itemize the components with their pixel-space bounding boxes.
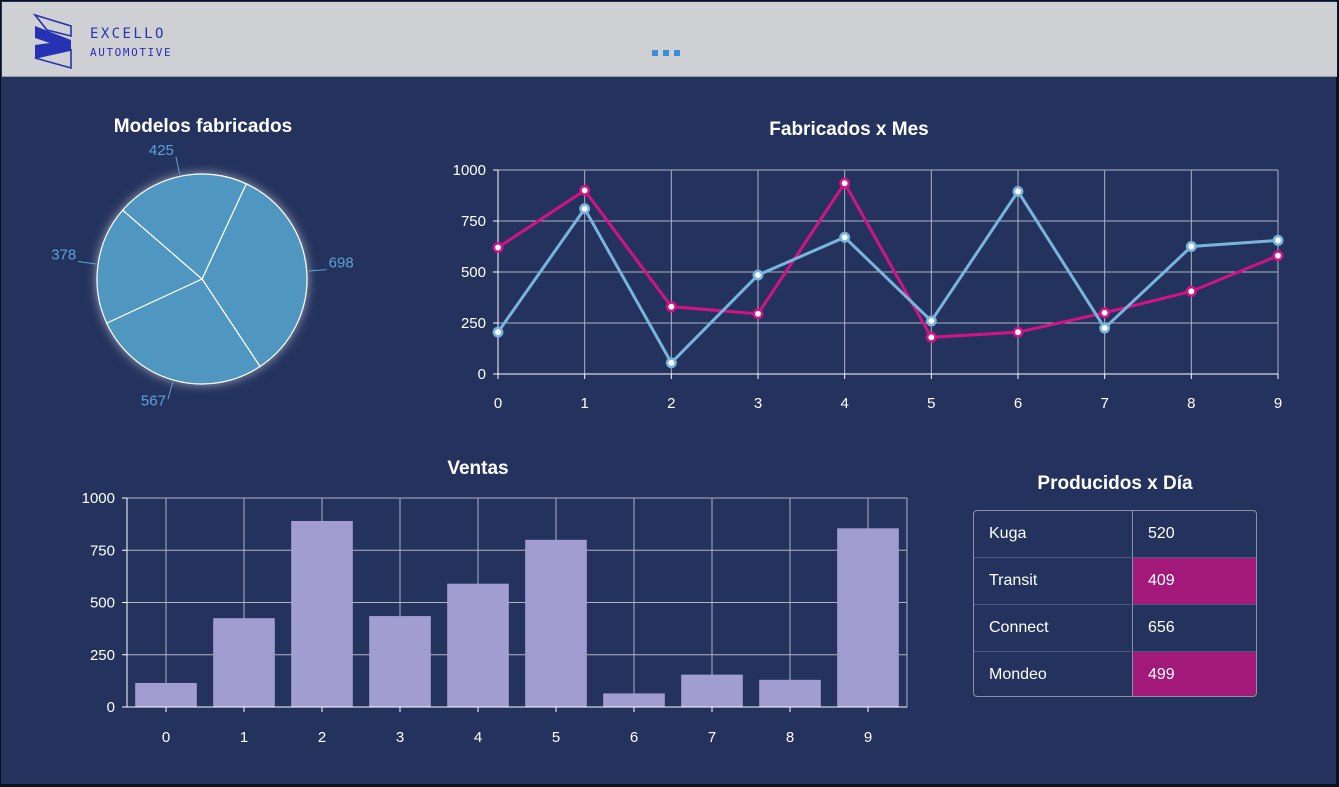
x-tick-label: 1 <box>580 395 588 412</box>
table-cell-value: 656 <box>1148 619 1175 636</box>
line-point <box>579 184 591 196</box>
bar <box>369 616 431 707</box>
y-tick-label: 250 <box>90 647 115 664</box>
pie-slice-label: 378 <box>51 246 76 263</box>
line-series-2 <box>496 188 1279 366</box>
y-tick-label: 750 <box>461 213 486 230</box>
table-row: Connect 656 <box>974 604 1256 652</box>
table-cell-model: Transit <box>974 558 1133 604</box>
x-tick-label: 8 <box>786 729 794 746</box>
line-point <box>1272 234 1284 246</box>
line-point <box>492 326 504 338</box>
y-tick-label: 0 <box>478 366 486 383</box>
line-point <box>925 315 937 327</box>
bar <box>681 674 743 707</box>
dot <box>674 50 680 56</box>
line-point <box>492 242 504 253</box>
x-tick-label: 3 <box>754 395 762 412</box>
line-point <box>839 177 851 189</box>
x-tick-label: 1 <box>240 729 248 746</box>
table-title: Producidos x Día <box>1037 473 1193 494</box>
line-point <box>1099 307 1111 319</box>
top-bar: EXCELLO AUTOMOTIVE <box>2 2 1337 77</box>
line-point <box>839 231 851 243</box>
x-tick-label: 2 <box>667 395 675 412</box>
pie-slice-label: 567 <box>141 392 166 409</box>
bar-chart: 0 250 500 750 1000 0 1 2 3 4 5 6 7 8 9 <box>82 490 908 746</box>
pie-slice-label: 698 <box>329 255 354 272</box>
table-cell-model: Connect <box>974 605 1133 651</box>
line-point <box>1012 326 1024 338</box>
bar <box>291 520 353 707</box>
more-dots-icon[interactable] <box>652 50 680 56</box>
table-cell-value: 409 <box>1133 558 1256 604</box>
line-point <box>1012 185 1024 197</box>
pie-leader-line <box>78 260 97 265</box>
x-tick-label: 2 <box>318 729 326 746</box>
table-cell-model: Mondeo <box>974 652 1133 696</box>
line-chart-title: Fabricados x Mes <box>769 119 929 140</box>
bar <box>603 693 665 707</box>
bar <box>759 679 821 707</box>
y-tick-label: 500 <box>461 264 486 281</box>
excello-logo-icon <box>32 13 72 70</box>
line-point <box>1272 250 1284 262</box>
bar <box>837 528 899 707</box>
x-tick-label: 6 <box>630 729 638 746</box>
table-cell-model: Kuga <box>974 511 1133 557</box>
x-tick-label: 8 <box>1187 395 1195 412</box>
line-point <box>579 203 591 215</box>
pie-leader-line <box>167 381 174 400</box>
line-point <box>1099 322 1111 334</box>
y-tick-label: 250 <box>461 315 486 332</box>
pie-leader-line <box>175 156 181 175</box>
line-point <box>752 308 764 320</box>
pie-leader-line <box>308 269 327 272</box>
table-cell-value: 520 <box>1148 525 1175 542</box>
bar <box>447 583 509 707</box>
y-tick-label: 500 <box>90 595 115 612</box>
bar <box>213 618 275 707</box>
bar-chart-title: Ventas <box>447 458 509 479</box>
dot <box>652 50 658 56</box>
dashboard: EXCELLO AUTOMOTIVE Modelos fabricados Fa… <box>0 0 1337 785</box>
line-point <box>1185 241 1197 252</box>
table-row: Kuga 520 <box>974 511 1256 558</box>
x-tick-label: 3 <box>396 729 404 746</box>
x-tick-label: 5 <box>927 395 935 412</box>
pie-chart-title: Modelos fabricados <box>113 116 293 137</box>
x-tick-label: 7 <box>1100 395 1108 412</box>
line-point <box>752 269 764 281</box>
dot <box>663 50 669 56</box>
bar <box>135 682 197 707</box>
bar <box>525 539 587 707</box>
y-tick-label: 1000 <box>82 490 115 507</box>
x-tick-label: 5 <box>552 729 560 746</box>
x-tick-label: 7 <box>708 729 716 746</box>
x-tick-label: 9 <box>864 729 872 746</box>
y-tick-label: 0 <box>107 699 115 716</box>
brand-name: EXCELLO <box>90 26 166 42</box>
pie-slices <box>96 173 308 385</box>
line-point <box>665 301 677 313</box>
x-tick-label: 4 <box>474 729 482 746</box>
line-point <box>925 331 937 343</box>
pie-slice-label: 425 <box>149 142 174 159</box>
x-tick-label: 0 <box>494 395 502 412</box>
line-point <box>1185 285 1197 297</box>
table-cell-value: 499 <box>1133 652 1256 696</box>
brand-subtitle: AUTOMOTIVE <box>90 46 173 59</box>
x-tick-label: 0 <box>162 729 170 746</box>
y-tick-label: 750 <box>90 542 115 559</box>
x-tick-label: 9 <box>1274 395 1282 412</box>
table-row: Transit 409 <box>974 557 1256 605</box>
line-point <box>665 357 677 369</box>
production-table: Kuga 520 Transit 409 Connect 656 Mondeo … <box>973 510 1257 697</box>
table-row: Mondeo 499 <box>974 651 1256 696</box>
y-tick-label: 1000 <box>453 162 486 179</box>
x-tick-label: 4 <box>840 395 848 412</box>
x-tick-label: 6 <box>1014 395 1022 412</box>
pie-chart: 698 567 378 425 <box>51 142 354 410</box>
line-chart: 0 250 500 750 1000 0 1 2 3 4 5 6 7 8 9 <box>453 162 1284 412</box>
